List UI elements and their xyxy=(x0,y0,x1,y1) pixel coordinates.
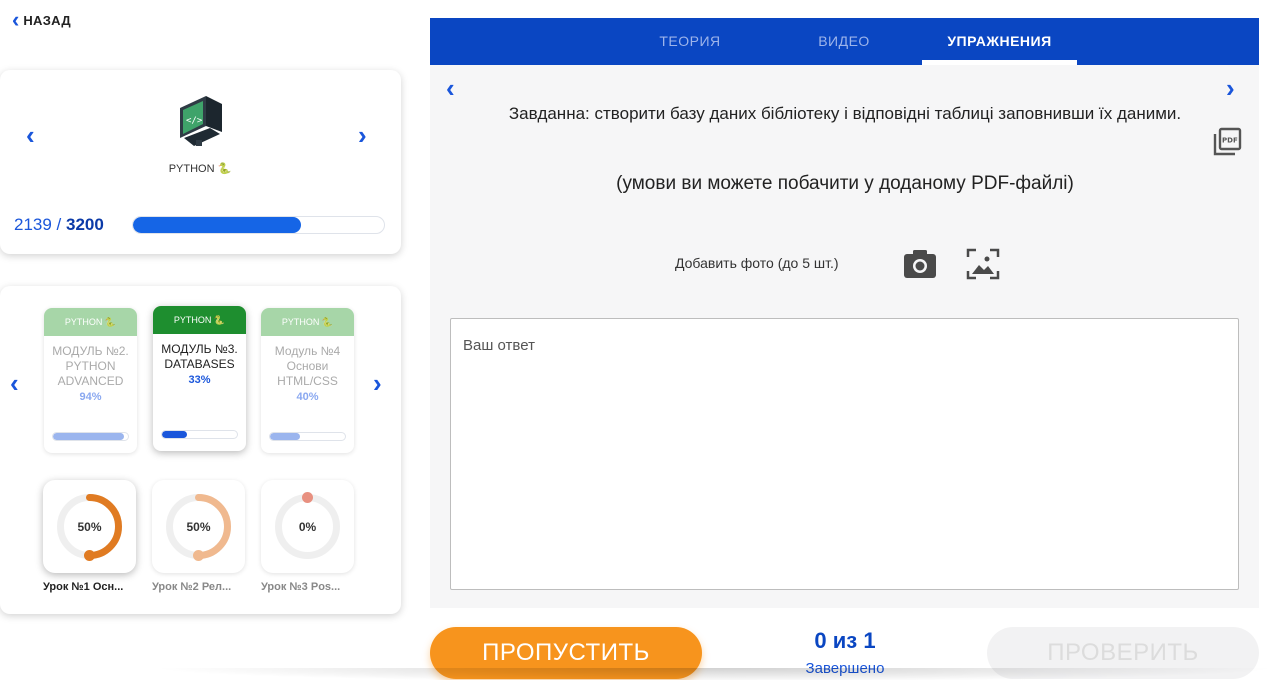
tab-theory[interactable]: ТЕОРИЯ xyxy=(630,18,750,65)
tab-theory-label: ТЕОРИЯ xyxy=(659,33,721,49)
module-header: PYTHON 🐍 xyxy=(153,306,246,334)
pdf-file-icon[interactable]: PDF xyxy=(1212,127,1242,157)
back-link[interactable]: ‹ НАЗАД xyxy=(12,7,71,32)
module-header-text: PYTHON xyxy=(281,317,320,327)
module-card-4[interactable]: PYTHON 🐍 Модуль №4 Основи HTML/CSS 40% xyxy=(261,308,354,453)
lesson-progress-ring: 50% xyxy=(43,480,136,573)
snake-emoji-icon: 🐍 xyxy=(321,317,334,327)
course-name-text: PYTHON xyxy=(168,163,215,175)
lesson-card-2[interactable]: 50% Урок №2 Рел... xyxy=(152,480,245,593)
module-progress-bar xyxy=(161,430,238,439)
module-card-2[interactable]: PYTHON 🐍 МОДУЛЬ №2. PYTHON ADVANCED 94% xyxy=(44,308,137,453)
module-header-text: PYTHON xyxy=(173,315,212,325)
course-score: 2139 / 3200 xyxy=(14,215,104,235)
lesson-percent: 50% xyxy=(77,519,102,534)
image-gallery-icon[interactable] xyxy=(965,246,1001,282)
module-progress-bar xyxy=(52,432,129,441)
course-next-button[interactable]: › xyxy=(358,122,367,148)
module-header: PYTHON 🐍 xyxy=(261,308,354,336)
module-title: МОДУЛЬ №3. DATABASES xyxy=(161,342,238,371)
module-header-text: PYTHON xyxy=(64,317,103,327)
chevron-left-icon: ‹ xyxy=(12,7,20,32)
module-percent: 33% xyxy=(188,374,211,386)
lesson-name: Урок №3 Pos... xyxy=(261,581,341,593)
add-photo-label: Добавить фото (до 5 шт.) xyxy=(675,255,839,271)
bottom-shadow xyxy=(150,668,1280,680)
snake-emoji-icon: 🐍 xyxy=(217,163,232,175)
snake-emoji-icon: 🐍 xyxy=(213,315,226,325)
score-max: 3200 xyxy=(66,215,104,234)
module-title: Модуль №4 Основи HTML/CSS xyxy=(274,344,341,388)
module-progress-fill xyxy=(162,431,187,438)
back-label: НАЗАД xyxy=(23,12,71,28)
snake-emoji-icon: 🐍 xyxy=(104,317,117,327)
module-progress-bar xyxy=(269,432,346,441)
modules-card: ‹ › PYTHON 🐍 МОДУЛЬ №2. PYTHON ADVANCED … xyxy=(0,286,401,614)
tab-bar: ТЕОРИЯ ВИДЕО УПРАЖНЕНИЯ xyxy=(430,18,1259,65)
module-progress-fill xyxy=(270,433,300,440)
lesson-percent: 50% xyxy=(186,519,211,534)
answer-input[interactable] xyxy=(450,318,1239,590)
lesson-name: Урок №2 Рел... xyxy=(152,581,232,593)
course-card: ‹ › </> PYTHON 🐍 2139 / 3200 xyxy=(0,70,401,254)
lesson-percent: 0% xyxy=(298,519,317,534)
lesson-card-3[interactable]: 0% Урок №3 Pos... xyxy=(261,480,354,593)
task-next-button[interactable]: › xyxy=(1226,75,1235,101)
module-title: МОДУЛЬ №2. PYTHON ADVANCED xyxy=(52,344,129,388)
task-prev-button[interactable]: ‹ xyxy=(446,75,455,101)
computer-code-icon: </> xyxy=(180,96,222,146)
svg-text:PDF: PDF xyxy=(1222,137,1238,145)
module-header: PYTHON 🐍 xyxy=(44,308,137,336)
lesson-card-1[interactable]: 50% Урок №1 Осн... xyxy=(43,480,136,593)
score-separator: / xyxy=(51,215,66,234)
modules-next-button[interactable]: › xyxy=(373,370,382,396)
module-progress-fill xyxy=(53,433,124,440)
score-current: 2139 xyxy=(14,215,52,234)
module-card-3[interactable]: PYTHON 🐍 МОДУЛЬ №3. DATABASES 33% xyxy=(153,306,246,451)
course-prev-button[interactable]: ‹ xyxy=(26,122,35,148)
progress-count: 0 из 1 xyxy=(814,628,876,653)
tab-video[interactable]: ВИДЕО xyxy=(784,18,904,65)
task-note: (умови ви можете побачити у доданому PDF… xyxy=(616,173,1074,194)
tab-video-label: ВИДЕО xyxy=(818,33,870,49)
course-name: PYTHON 🐍 xyxy=(150,162,250,175)
module-percent: 94% xyxy=(79,391,102,403)
lesson-name: Урок №1 Осн... xyxy=(43,581,124,593)
camera-icon[interactable] xyxy=(902,246,938,282)
tab-exercises[interactable]: УПРАЖНЕНИЯ xyxy=(922,18,1077,65)
lesson-progress-ring: 0% xyxy=(261,480,354,573)
course-progress-bar xyxy=(132,216,385,234)
svg-text:</>: </> xyxy=(186,116,203,126)
tab-exercises-label: УПРАЖНЕНИЯ xyxy=(947,33,1052,49)
exercise-panel: ‹ › Завданна: створити базу даних бібліо… xyxy=(430,65,1259,608)
modules-prev-button[interactable]: ‹ xyxy=(10,370,19,396)
course-progress-fill xyxy=(133,217,301,233)
module-percent: 40% xyxy=(296,391,319,403)
task-text: Завданна: створити базу даних бібліотеку… xyxy=(508,104,1182,123)
lesson-progress-ring: 50% xyxy=(152,480,245,573)
